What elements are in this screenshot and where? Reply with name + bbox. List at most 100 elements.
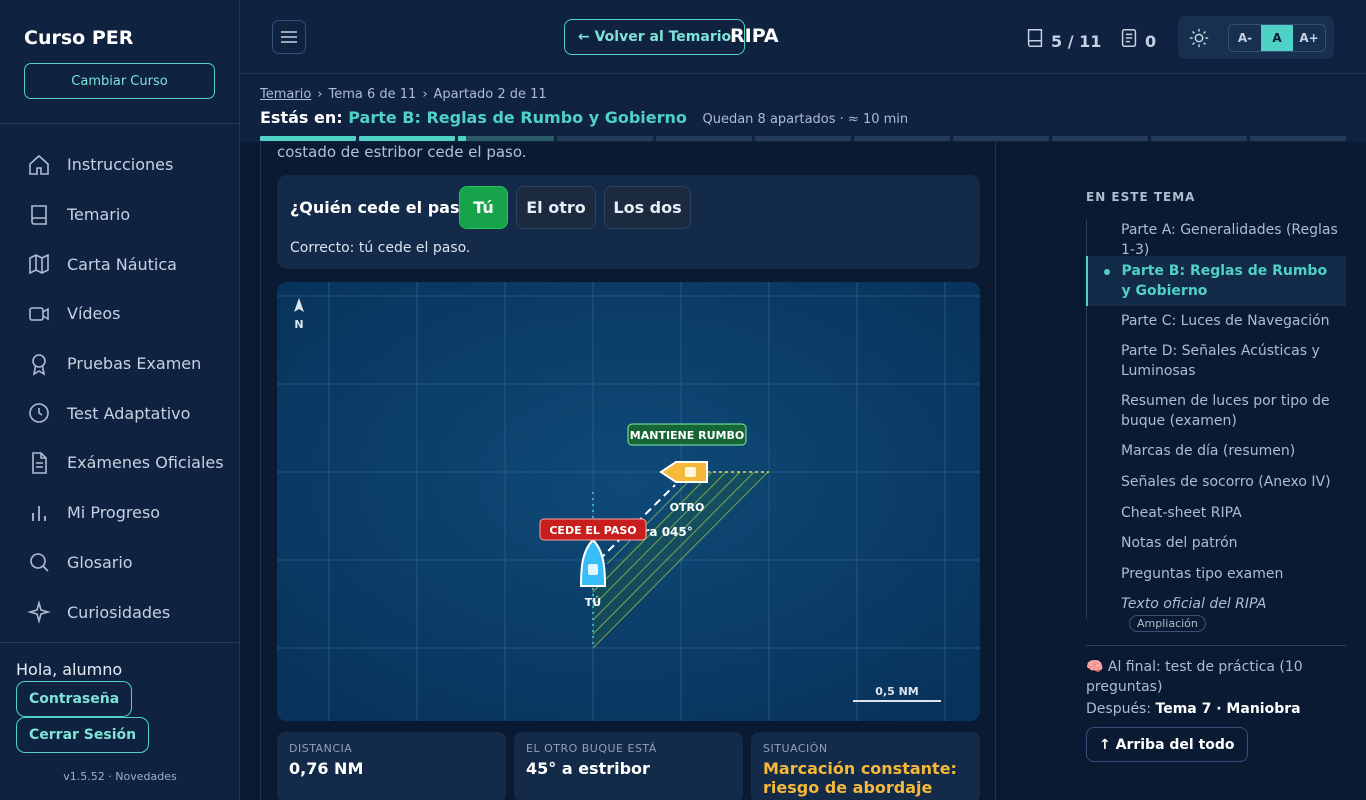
breadcrumb-root-link[interactable]: Temario xyxy=(260,87,311,102)
map-icon xyxy=(29,253,49,275)
quiz-feedback: Correcto: tú cede el paso. xyxy=(290,240,471,256)
divider xyxy=(1086,645,1346,646)
sidebar-item-label: Glosario xyxy=(67,552,133,572)
toc-item-label: Texto oficial del RIPA xyxy=(1121,596,1267,612)
logout-button[interactable]: Cerrar Sesión xyxy=(16,717,150,753)
own-vessel-name: TÚ xyxy=(585,596,601,609)
answer-you-button[interactable]: Tú xyxy=(459,186,508,229)
main-content: costado de estribor cede el paso. ¿Quién… xyxy=(260,142,996,800)
sidebar-item-temario[interactable]: Temario xyxy=(0,190,240,240)
font-normal-button[interactable]: A xyxy=(1261,25,1293,51)
toc-item-label: Notas del patrón xyxy=(1121,535,1238,551)
change-course-button[interactable]: Cambiar Curso xyxy=(24,63,215,99)
clock-icon xyxy=(29,403,49,424)
sidebar-item-mi-progreso[interactable]: Mi Progreso xyxy=(0,488,240,538)
menu-button[interactable] xyxy=(272,20,306,54)
notes-value: 0 xyxy=(1145,32,1157,51)
card-value: 0,76 NM xyxy=(289,759,364,778)
stand-on-badge: MANTIENE RUMBO xyxy=(627,423,747,446)
progress-segment xyxy=(1250,136,1346,141)
back-to-syllabus-button[interactable]: ← Volver al Temario xyxy=(564,19,746,55)
sidebar-item-videos[interactable]: Vídeos xyxy=(0,289,240,339)
divider xyxy=(0,642,240,643)
sidebar-item-test-adaptativo[interactable]: Test Adaptativo xyxy=(0,388,240,438)
toc-item[interactable]: Resumen de luces por tipo de buque (exam… xyxy=(1087,386,1346,436)
display-controls: A- A A+ xyxy=(1178,16,1334,59)
sidebar-item-label: Pruebas Examen xyxy=(67,354,202,374)
card-label: EL OTRO BUQUE ESTÁ xyxy=(526,742,657,755)
pages-value: 5 / 11 xyxy=(1051,32,1102,51)
give-way-badge: CEDE EL PASO xyxy=(539,518,647,541)
sidebar-item-label: Curiosidades xyxy=(67,602,171,622)
toc-item[interactable]: Cheat-sheet RIPA xyxy=(1087,498,1346,528)
notes-counter[interactable]: 0 xyxy=(1118,24,1156,51)
video-icon xyxy=(29,307,49,321)
toc-item[interactable]: Parte D: Señales Acústicas y Luminosas xyxy=(1087,336,1346,386)
stand-on-label: MANTIENE RUMBO xyxy=(630,429,744,442)
toc-item-label: Marcas de día (resumen) xyxy=(1121,443,1296,459)
back-to-top-button[interactable]: ↑ Arriba del todo xyxy=(1086,727,1248,762)
award-icon xyxy=(32,353,46,376)
sidebar-item-label: Test Adaptativo xyxy=(67,403,191,423)
sea-background xyxy=(277,282,980,721)
breadcrumb-tema: Tema 6 de 11 xyxy=(328,87,417,102)
scale-label: 0,5 NM xyxy=(875,685,918,698)
remaining-info: Quedan 8 apartados · ≈ 10 min xyxy=(702,112,909,127)
sidebar-item-carta-nautica[interactable]: Carta Náutica xyxy=(0,239,240,289)
progress-segment xyxy=(854,136,950,141)
sidebar-item-label: Mi Progreso xyxy=(67,503,161,523)
progress-fill xyxy=(458,136,467,141)
other-vessel-name: OTRO xyxy=(670,501,705,514)
sidebar: Curso PER Cambiar Curso Instrucciones Te… xyxy=(0,0,240,800)
progress-segment xyxy=(953,136,1049,141)
toc-item-label: Cheat-sheet RIPA xyxy=(1121,505,1242,521)
sun-icon[interactable] xyxy=(1188,27,1210,49)
sidebar-item-label: Temario xyxy=(67,205,131,225)
toc-item[interactable]: Parte C: Luces de Navegación xyxy=(1087,306,1346,336)
toc-item-active[interactable]: Parte B: Reglas de Rumbo y Gobierno xyxy=(1085,256,1346,306)
give-way-label: CEDE EL PASO xyxy=(549,524,636,537)
sidebar-item-pruebas-examen[interactable]: Pruebas Examen xyxy=(0,339,240,389)
password-button[interactable]: Contraseña xyxy=(16,681,133,717)
top-bar: ← Volver al Temario RIPA 5 / 11 0 A- A A… xyxy=(240,0,1366,74)
toc-list: Parte A: Generalidades (Reglas 1-3) Part… xyxy=(1085,220,1346,632)
sidebar-item-curiosidades[interactable]: Curiosidades xyxy=(0,587,240,637)
toc-item[interactable]: Preguntas tipo examen xyxy=(1087,559,1346,589)
greeting: Hola, alumno xyxy=(16,660,123,679)
lesson-text: costado de estribor cede el paso. xyxy=(277,143,527,161)
current-location: Estás en: Parte B: Reglas de Rumbo y Gob… xyxy=(260,108,908,127)
home-icon xyxy=(29,154,49,175)
sidebar-item-label: Instrucciones xyxy=(67,155,174,175)
font-smaller-button[interactable]: A- xyxy=(1229,25,1261,51)
north-label: N xyxy=(294,318,303,331)
card-label: DISTANCIA xyxy=(289,742,353,755)
distance-card: DISTANCIA 0,76 NM xyxy=(277,732,506,800)
font-size-group: A- A A+ xyxy=(1228,24,1326,52)
toc-item[interactable]: Parte A: Generalidades (Reglas 1-3) xyxy=(1087,220,1346,260)
sidebar-item-label: Carta Náutica xyxy=(67,254,177,274)
toc-item[interactable]: Señales de socorro (Anexo IV) xyxy=(1087,467,1346,498)
card-value: Marcación constante: riesgo de abordaje xyxy=(763,759,957,797)
version-link[interactable]: v1.5.52 · Novedades xyxy=(0,770,240,783)
progress-segment xyxy=(656,136,752,141)
divider xyxy=(0,123,240,124)
answer-other-button[interactable]: El otro xyxy=(516,186,596,229)
table-of-contents: EN ESTE TEMA Parte A: Generalidades (Reg… xyxy=(1085,190,1346,632)
bearing-card: EL OTRO BUQUE ESTÁ 45° a estribor xyxy=(514,732,743,800)
progress-segment xyxy=(1151,136,1247,141)
next-topic-value: Tema 7 · Maniobra xyxy=(1155,701,1301,717)
progress-segment xyxy=(755,136,851,141)
sidebar-item-glosario[interactable]: Glosario xyxy=(0,538,240,588)
breadcrumb-separator: › xyxy=(422,87,428,102)
progress-segment xyxy=(557,136,653,141)
hamburger-icon xyxy=(281,31,297,43)
toc-item[interactable]: Notas del patrón xyxy=(1087,528,1346,559)
toc-item[interactable]: Texto oficial del RIPA Ampliación xyxy=(1087,589,1346,632)
font-larger-button[interactable]: A+ xyxy=(1293,25,1325,51)
situation-cards: DISTANCIA 0,76 NM EL OTRO BUQUE ESTÁ 45°… xyxy=(277,732,980,800)
document-icon xyxy=(32,452,47,474)
answer-both-button[interactable]: Los dos xyxy=(604,186,691,229)
sidebar-item-examenes-oficiales[interactable]: Exámenes Oficiales xyxy=(0,438,240,488)
toc-item[interactable]: Marcas de día (resumen) xyxy=(1087,436,1346,467)
sidebar-item-instrucciones[interactable]: Instrucciones xyxy=(0,140,240,190)
